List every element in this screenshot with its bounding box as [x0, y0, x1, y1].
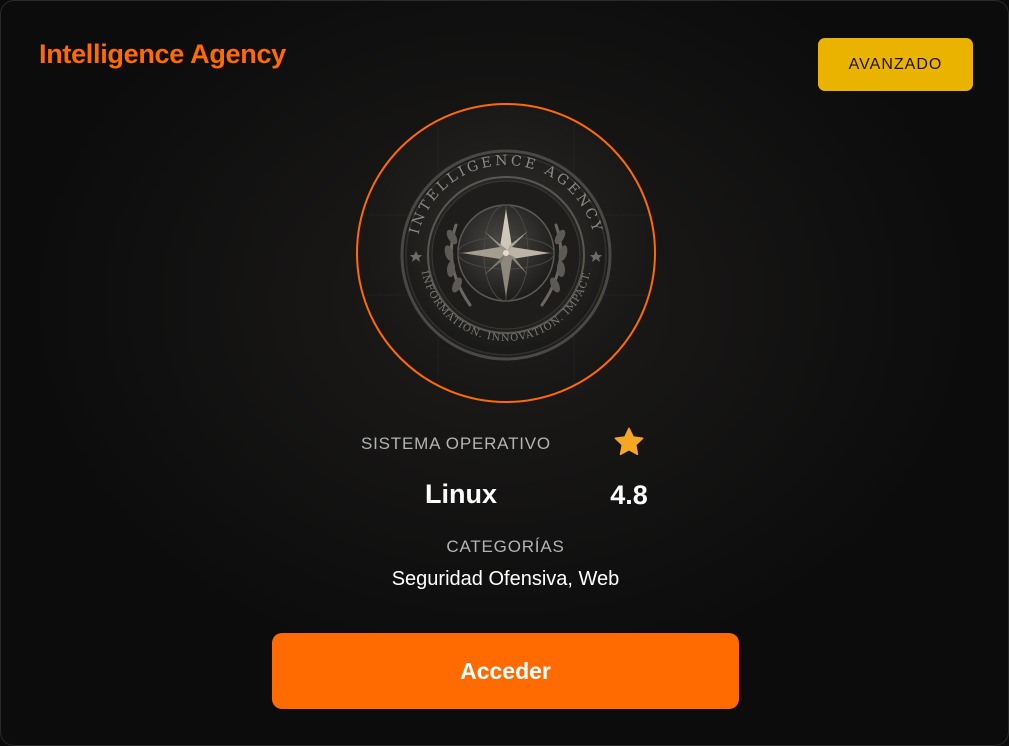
- categories-value: Seguridad Ofensiva, Web: [391, 568, 620, 590]
- access-button[interactable]: Acceder: [272, 633, 739, 709]
- star-icon: [614, 427, 644, 456]
- difficulty-badge[interactable]: AVANZADO: [818, 38, 973, 91]
- os-label: SISTEMA OPERATIVO: [361, 434, 551, 453]
- os-value: Linux: [425, 479, 497, 509]
- machine-card: Intelligence Agency AVANZADO INTELLIGENC…: [0, 0, 1009, 746]
- categories-label: CATEGORÍAS: [446, 537, 565, 556]
- machine-title: Intelligence Agency: [39, 39, 286, 69]
- machine-avatar: INTELLIGENCE AGENCY INFORMATION. INNOVAT…: [356, 103, 656, 403]
- intelligence-agency-seal-icon: INTELLIGENCE AGENCY INFORMATION. INNOVAT…: [358, 124, 654, 386]
- rating-value: 4.8: [610, 480, 648, 510]
